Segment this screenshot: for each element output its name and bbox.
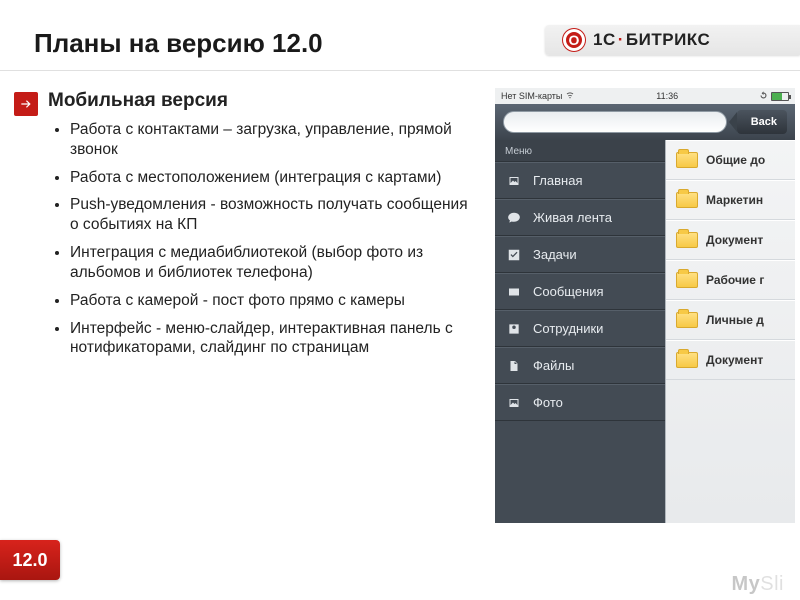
folder-label: Рабочие г: [706, 273, 764, 287]
folder-label: Общие до: [706, 153, 765, 167]
folder-row[interactable]: Личные д: [666, 300, 795, 340]
folder-icon: [676, 272, 698, 288]
folder-icon: [676, 312, 698, 328]
menu-item-feed[interactable]: Живая лента: [495, 199, 665, 236]
list-item: Работа с камерой - пост фото прямо с кам…: [70, 291, 470, 311]
brand-strip: О 1С·БИТРИКС: [545, 25, 800, 55]
version-badge: 12.0: [0, 540, 60, 580]
section-subtitle: Мобильная версия: [48, 90, 228, 112]
search-input[interactable]: [503, 111, 727, 133]
back-label: Back: [751, 116, 777, 128]
menu-label: Фото: [533, 395, 563, 410]
list-item: Работа с контактами – загрузка, управлен…: [70, 120, 470, 160]
menu-item-messages[interactable]: Сообщения: [495, 273, 665, 310]
slide: О 1С·БИТРИКС Планы на версию 12.0 Мобиль…: [0, 0, 800, 600]
folder-label: Маркетин: [706, 193, 763, 207]
watermark-a: My: [731, 573, 760, 595]
folder-row[interactable]: Документ: [666, 220, 795, 260]
menu-label: Живая лента: [533, 210, 612, 225]
folder-row[interactable]: Документ: [666, 340, 795, 380]
brand-text: 1С·БИТРИКС: [593, 30, 710, 50]
phone-screenshot: Нет SIM-карты 11:36 Back Меню: [495, 88, 795, 523]
folder-label: Личные д: [706, 313, 764, 327]
refresh-icon: [759, 91, 768, 102]
watermark: MySli: [731, 573, 784, 596]
list-item: Интерфейс - меню-слайдер, интерактивная …: [70, 319, 470, 359]
list-item: Push-уведомления - возможность получать …: [70, 195, 470, 235]
folder-row[interactable]: Маркетин: [666, 180, 795, 220]
folder-row[interactable]: Общие до: [666, 140, 795, 180]
back-button[interactable]: Back: [737, 110, 787, 134]
title-divider: [0, 70, 800, 71]
brand-right: БИТРИКС: [626, 30, 710, 49]
bullet-list: Работа с контактами – загрузка, управлен…: [70, 120, 470, 366]
phone-body: Меню Главная Живая лента Задачи Сообщени…: [495, 140, 795, 523]
folder-icon: [676, 352, 698, 368]
side-menu: Меню Главная Живая лента Задачи Сообщени…: [495, 140, 665, 523]
menu-label: Сообщения: [533, 284, 604, 299]
menu-item-staff[interactable]: Сотрудники: [495, 310, 665, 347]
phone-navbar: Back: [495, 104, 795, 140]
folder-label: Документ: [706, 233, 763, 247]
arrow-icon: [14, 92, 38, 116]
menu-item-files[interactable]: Файлы: [495, 347, 665, 384]
folder-icon: [676, 232, 698, 248]
wifi-icon: [565, 91, 575, 101]
menu-header: Меню: [495, 140, 665, 162]
person-icon: [505, 322, 523, 336]
file-icon: [505, 359, 523, 373]
check-icon: [505, 248, 523, 262]
folder-icon: [676, 192, 698, 208]
brand-left: 1С: [593, 30, 616, 49]
clock-label: 11:36: [656, 91, 678, 101]
folder-label: Документ: [706, 353, 763, 367]
slide-title: Планы на версию 12.0: [34, 28, 323, 59]
image-icon: [505, 174, 523, 188]
battery-icon: [771, 92, 789, 101]
list-item: Работа с местоположением (интеграция с к…: [70, 168, 470, 188]
menu-item-photo[interactable]: Фото: [495, 384, 665, 421]
watermark-b: Sli: [760, 573, 784, 595]
chat-icon: [505, 211, 523, 225]
menu-item-tasks[interactable]: Задачи: [495, 236, 665, 273]
folder-icon: [676, 152, 698, 168]
brand-mark-icon: О: [563, 29, 585, 51]
carrier-label: Нет SIM-карты: [501, 91, 562, 101]
menu-item-home[interactable]: Главная: [495, 162, 665, 199]
menu-label: Файлы: [533, 358, 574, 373]
menu-label: Главная: [533, 173, 582, 188]
photo-icon: [505, 396, 523, 410]
folder-row[interactable]: Рабочие г: [666, 260, 795, 300]
folder-list: Общие до Маркетин Документ Рабочие г Лич…: [665, 140, 795, 523]
list-item: Интеграция с медиабиблиотекой (выбор фот…: [70, 243, 470, 283]
menu-label: Сотрудники: [533, 321, 603, 336]
menu-label: Задачи: [533, 247, 577, 262]
mail-icon: [505, 285, 523, 299]
phone-statusbar: Нет SIM-карты 11:36: [495, 88, 795, 104]
